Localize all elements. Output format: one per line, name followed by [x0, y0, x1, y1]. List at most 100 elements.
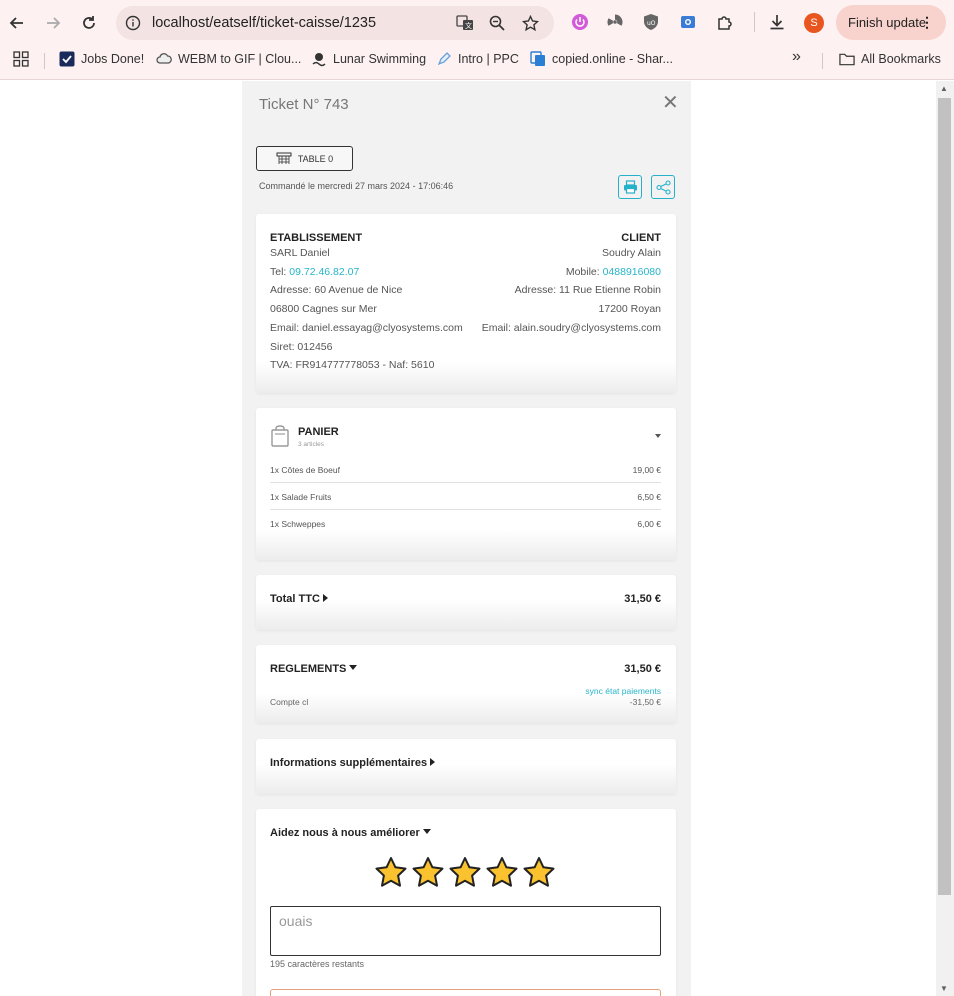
table-label: TABLE 0	[297, 153, 334, 164]
bookmark-intro-ppc[interactable]: Intro | PPC	[436, 51, 519, 67]
zoom-icon[interactable]	[488, 14, 506, 32]
bookmark-lunar-swimming[interactable]: Lunar Swimming	[311, 51, 426, 67]
basket-item-price: 6,50 €	[637, 492, 661, 502]
finish-update-button[interactable]: Finish update ⋮	[836, 5, 946, 40]
establishment-name: SARL Daniel	[270, 247, 330, 259]
payment-line-label: Compte cl	[270, 697, 309, 707]
pen-icon	[436, 51, 452, 67]
scroll-up-arrow-icon[interactable]: ▲	[940, 84, 948, 93]
feedback-textarea[interactable]	[270, 906, 661, 956]
all-bookmarks-label: All Bookmarks	[861, 52, 941, 66]
forward-arrow-icon[interactable]	[41, 11, 65, 35]
bookmark-copied-online[interactable]: copied.online - Shar...	[530, 51, 673, 67]
basket-item: 1x Schweppes 6,00 €	[270, 510, 661, 537]
bookmarks-overflow-chevron[interactable]: »	[792, 48, 801, 66]
svg-text:文: 文	[465, 21, 472, 30]
bookmark-webm-to-gif[interactable]: WEBM to GIF | Clou...	[156, 51, 301, 67]
establishment-email: Email: daniel.essayag@clyosystems.com	[270, 321, 463, 334]
basket-count: 3 articles	[298, 441, 325, 448]
site-info-icon[interactable]	[124, 14, 142, 32]
client-mobile-link[interactable]: 0488916080	[603, 266, 661, 278]
star-icon[interactable]	[374, 856, 408, 889]
all-bookmarks-button[interactable]: All Bookmarks	[839, 51, 941, 67]
scroll-thumb[interactable]	[938, 98, 951, 895]
ticket-panel: Ticket N° 743 ✕ TABLE 0 Commandé le merc…	[242, 81, 691, 996]
extra-info-toggle[interactable]: Informations supplémentaires	[270, 757, 436, 769]
submit-button[interactable]	[270, 989, 661, 996]
download-icon[interactable]	[767, 12, 787, 32]
printer-icon	[623, 180, 637, 194]
star-icon[interactable]	[411, 856, 445, 889]
check-icon	[59, 51, 75, 67]
bookmark-star-icon[interactable]	[521, 14, 539, 32]
rating-stars	[374, 856, 556, 889]
basket-item-price: 6,00 €	[637, 519, 661, 529]
radiation-extension-icon[interactable]	[605, 12, 625, 32]
payment-line-value: -31,50 €	[629, 697, 661, 707]
url-text[interactable]: localhost/eatself/ticket-caisse/1235	[152, 15, 376, 31]
establishment-tel-link[interactable]: 09.72.46.82.07	[289, 266, 359, 278]
establishment-tva: TVA: FR914777778053 - Naf: 5610	[270, 359, 435, 372]
basket-collapse-caret-icon[interactable]	[655, 434, 661, 438]
basket-card: PANIER 3 articles 1x Côtes de Boeuf 19,0…	[256, 408, 676, 560]
bookmarks-divider	[822, 53, 823, 69]
payments-toggle[interactable]: REGLEMENTS	[270, 663, 358, 675]
finish-update-label: Finish update	[848, 15, 927, 30]
total-label: Total TTC	[270, 593, 320, 605]
basket-item-price: 19,00 €	[632, 465, 661, 475]
page-scrollbar[interactable]: ▲ ▼	[936, 81, 954, 996]
extra-info-card: Informations supplémentaires	[256, 739, 676, 794]
back-arrow-icon[interactable]	[5, 11, 29, 35]
establishment-address: Adresse: 60 Avenue de Nice	[270, 284, 403, 297]
ublock-shield-icon[interactable]: uO	[641, 12, 661, 32]
client-block: CLIENT Soudry Alain Mobile: 0488916080 A…	[482, 232, 661, 338]
share-icon	[655, 179, 671, 195]
table-icon	[276, 152, 292, 164]
bookmark-label: Lunar Swimming	[333, 52, 427, 66]
extensions-puzzle-icon[interactable]	[715, 12, 735, 32]
payments-label: REGLEMENTS	[270, 663, 347, 675]
total-card: Total TTC 31,50 €	[256, 575, 676, 630]
folder-icon	[839, 51, 855, 67]
total-toggle[interactable]: Total TTC	[270, 593, 328, 605]
feedback-toggle[interactable]: Aidez nous à nous améliorer	[270, 827, 431, 839]
card-shade	[256, 693, 676, 723]
sync-payments-link[interactable]: sync état paiements	[585, 686, 661, 696]
bookmark-label: Intro | PPC	[458, 52, 519, 66]
expand-caret-icon	[430, 758, 436, 766]
star-icon[interactable]	[485, 856, 519, 889]
payments-card: REGLEMENTS 31,50 € sync état paiements C…	[256, 645, 676, 723]
client-city: 17200 Royan	[598, 303, 661, 316]
basket-item-label: 1x Salade Fruits	[270, 492, 332, 502]
star-icon[interactable]	[448, 856, 482, 889]
profile-avatar[interactable]: S	[804, 13, 824, 33]
close-icon[interactable]: ✕	[662, 93, 679, 113]
bookmarks-bar: Jobs Done! WEBM to GIF | Clou... Lunar S…	[0, 46, 954, 74]
bookmark-label: copied.online - Shar...	[552, 52, 673, 66]
reload-icon[interactable]	[77, 11, 101, 35]
star-icon[interactable]	[522, 856, 556, 889]
svg-text:uO: uO	[647, 20, 656, 27]
swimmer-icon	[311, 51, 327, 67]
establishment-block: ETABLISSEMENT SARL Daniel Tel: 09.72.46.…	[270, 232, 463, 375]
collapse-caret-icon	[349, 665, 358, 670]
address-bar[interactable]: localhost/eatself/ticket-caisse/1235 文	[116, 6, 554, 40]
basket-item: 1x Salade Fruits 6,50 €	[270, 483, 661, 510]
power-extension-icon[interactable]	[570, 12, 590, 32]
bookmark-jobs-done[interactable]: Jobs Done!	[59, 51, 144, 67]
translate-icon[interactable]: 文	[456, 14, 474, 32]
payments-value: 31,50 €	[624, 663, 661, 675]
share-button[interactable]	[651, 175, 675, 199]
print-button[interactable]	[618, 175, 642, 199]
client-heading: CLIENT	[621, 232, 661, 244]
screen-capture-extension-icon[interactable]	[678, 12, 698, 32]
basket-item: 1x Côtes de Boeuf 19,00 €	[270, 456, 661, 483]
bookmark-label: Jobs Done!	[81, 52, 145, 66]
establishment-tel: Tel: 09.72.46.82.07	[270, 265, 360, 278]
table-button[interactable]: TABLE 0	[256, 146, 353, 171]
scroll-down-arrow-icon[interactable]: ▼	[940, 984, 948, 993]
kebab-menu-icon[interactable]: ⋮	[920, 14, 934, 31]
establishment-siret: Siret: 012456	[270, 340, 333, 353]
apps-grid-icon[interactable]	[13, 51, 29, 67]
extra-info-label: Informations supplémentaires	[270, 757, 428, 769]
